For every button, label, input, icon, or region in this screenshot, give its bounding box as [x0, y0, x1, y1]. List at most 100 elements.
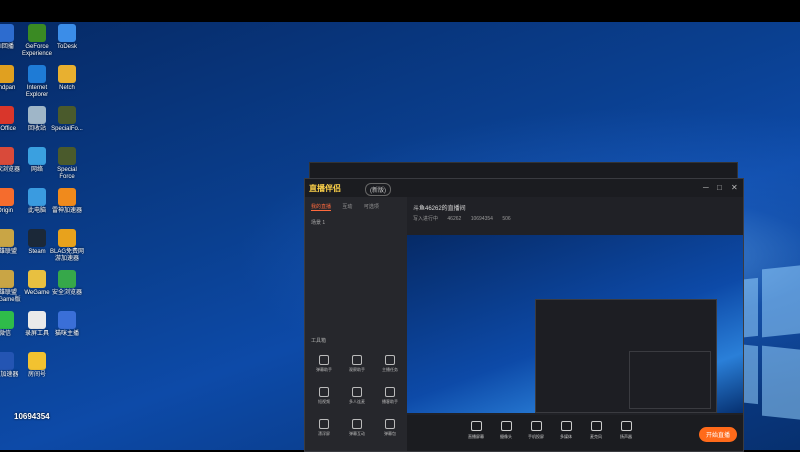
maximize-icon[interactable]: □	[717, 183, 722, 192]
tool-item[interactable]: 短视频	[309, 387, 339, 405]
desktop-icon[interactable]: ToDesk	[50, 24, 84, 51]
desktop-icon[interactable]: 安全浏览器	[50, 270, 84, 297]
desktop-icon[interactable]: Special Force	[50, 147, 84, 181]
app-icon	[28, 270, 46, 288]
stream-header: 斗鱼46262的直播间 写入进行中 46262 10694354 506	[409, 199, 739, 231]
tab-options[interactable]: 可选项	[364, 204, 379, 210]
bottom-toolbar-item[interactable]: 直播屏幕	[463, 421, 489, 440]
go-live-button[interactable]: 开始直播	[698, 427, 737, 442]
desktop-icon[interactable]: WeGame	[20, 270, 54, 297]
toolbar-label: 直播屏幕	[468, 434, 484, 439]
desktop-icon-label: 猫咪主播	[54, 331, 79, 337]
desktop-icon-label: ToDesk	[56, 44, 77, 50]
app-icon	[58, 65, 76, 83]
desktop-icon-label: Netch	[59, 85, 75, 91]
app-icon	[28, 24, 46, 42]
desktop-icon[interactable]: UU加速器	[0, 352, 22, 379]
bottom-toolbar-item[interactable]: 扬声器	[613, 421, 639, 440]
toolbar-label: 扬声器	[620, 434, 632, 439]
desktop-icon[interactable]: G Office	[0, 106, 22, 133]
desktop-icon[interactable]: 房间号	[20, 352, 54, 379]
tool-icon	[352, 355, 362, 365]
tab-my-live[interactable]: 我的直播	[311, 204, 332, 211]
top-black-bar	[0, 0, 800, 22]
toolbox-title: 工具箱	[311, 338, 327, 344]
desktop-icon[interactable]: 雷神加速器	[50, 188, 84, 215]
app-icon	[0, 352, 14, 370]
tool-item[interactable]: 主播任务	[375, 355, 405, 373]
desktop-icon-label: Steam	[28, 249, 46, 255]
room-title: 斗鱼46262的直播间	[413, 206, 466, 212]
desktop-icon-label: BLAG免费网游加速器	[50, 249, 85, 262]
desktop-icon[interactable]: 谷歌浏览器	[0, 147, 22, 174]
desktop-icon[interactable]: 网络	[20, 147, 54, 174]
tool-label: 主播任务	[382, 367, 398, 372]
app-icon	[58, 311, 76, 329]
app-icon	[0, 229, 14, 247]
toolbar-label: 手机投屏	[528, 434, 544, 439]
desktop-icon[interactable]: AI回播	[0, 24, 22, 51]
desktop-icon[interactable]: GeForce Experience	[20, 24, 54, 58]
tool-item[interactable]: 弹幕互动	[342, 419, 372, 437]
toolbar-icon	[560, 421, 572, 431]
desktop-icon-label: 英雄联盟	[0, 249, 17, 255]
tool-label: 播客助手	[382, 399, 398, 404]
desktop-icon-label: 回收站	[27, 126, 46, 132]
desktop-icon[interactable]: Andpan	[0, 65, 22, 92]
nested-app-preview-2	[629, 351, 711, 409]
toolbar-icon	[500, 421, 512, 431]
tool-item[interactable]: 弹幕助手	[309, 355, 339, 373]
desktop-icon[interactable]: 此电脑	[20, 188, 54, 215]
tool-icon	[319, 419, 329, 429]
app-icon	[58, 106, 76, 124]
version-badge[interactable]: (新版)	[365, 183, 391, 196]
close-icon[interactable]: ✕	[731, 183, 738, 192]
tool-label: 多人连麦	[349, 399, 365, 404]
tool-item[interactable]: 多人连麦	[342, 387, 372, 405]
desktop-icon[interactable]: 猫咪主播	[50, 311, 84, 338]
desktop-icon[interactable]: SpecialFo...	[50, 106, 84, 133]
live-streaming-app-window: 直播伴侣 (新版) ─ □ ✕ 我的直播 互动 可选项 场景 1 工具箱 弹幕助…	[304, 178, 744, 452]
desktop-icon[interactable]: Origin	[0, 188, 22, 215]
desktop-icon[interactable]: 英雄联盟WeGame版	[0, 270, 22, 304]
windows-logo-pane-4	[762, 345, 800, 421]
tab-interaction[interactable]: 互动	[342, 204, 352, 210]
desktop-icon[interactable]: 录屏工具	[20, 311, 54, 338]
app-icon	[58, 229, 76, 247]
windows-logo-pane-2	[762, 264, 800, 338]
desktop-icon[interactable]: Steam	[20, 229, 54, 256]
tool-label: 漂浮屏	[318, 431, 330, 436]
tool-icon	[385, 387, 395, 397]
toolbar-icon	[470, 421, 482, 431]
app-icon	[28, 106, 46, 124]
tool-item[interactable]: 观察助手	[342, 355, 372, 373]
tool-item[interactable]: 漂浮屏	[309, 419, 339, 437]
desktop-icon[interactable]: 回收站	[20, 106, 54, 133]
desktop-icon[interactable]: Internet Explorer	[20, 65, 54, 99]
desktop-icon[interactable]: 微信	[0, 311, 22, 338]
bottom-toolbar-item[interactable]: 麦克风	[583, 421, 609, 440]
desktop-icon-label: UU加速器	[0, 372, 19, 378]
bottom-toolbar: 直播屏幕 摄像头 手机投屏 多媒体 麦克风 扬声器 开始直播	[407, 415, 743, 451]
app-icon	[58, 270, 76, 288]
bottom-toolbar-item[interactable]: 多媒体	[553, 421, 579, 440]
desktop-icon-label: 录屏工具	[24, 331, 49, 337]
desktop-icon-label: 房间号	[27, 372, 46, 378]
desktop-icon-label: Internet Explorer	[25, 85, 49, 98]
tool-item[interactable]: 弹幕包	[375, 419, 405, 437]
desktop-icon[interactable]: BLAG免费网游加速器	[50, 229, 84, 263]
desktop-icon-label: 雷神加速器	[51, 208, 82, 214]
tool-item[interactable]: 播客助手	[375, 387, 405, 405]
app-logo: 直播伴侣	[309, 184, 341, 193]
scene-item[interactable]: 场景 1	[311, 219, 325, 226]
desktop-icon-label: 此电脑	[27, 208, 46, 214]
bottom-toolbar-item[interactable]: 手机投屏	[523, 421, 549, 440]
app-icon	[0, 24, 14, 42]
minimize-icon[interactable]: ─	[703, 183, 709, 192]
app-icon	[58, 188, 76, 206]
desktop-icon[interactable]: 英雄联盟	[0, 229, 22, 256]
stream-preview	[407, 235, 743, 413]
bottom-toolbar-item[interactable]: 摄像头	[493, 421, 519, 440]
desktop-icon[interactable]: Netch	[50, 65, 84, 92]
app-icon	[28, 65, 46, 83]
